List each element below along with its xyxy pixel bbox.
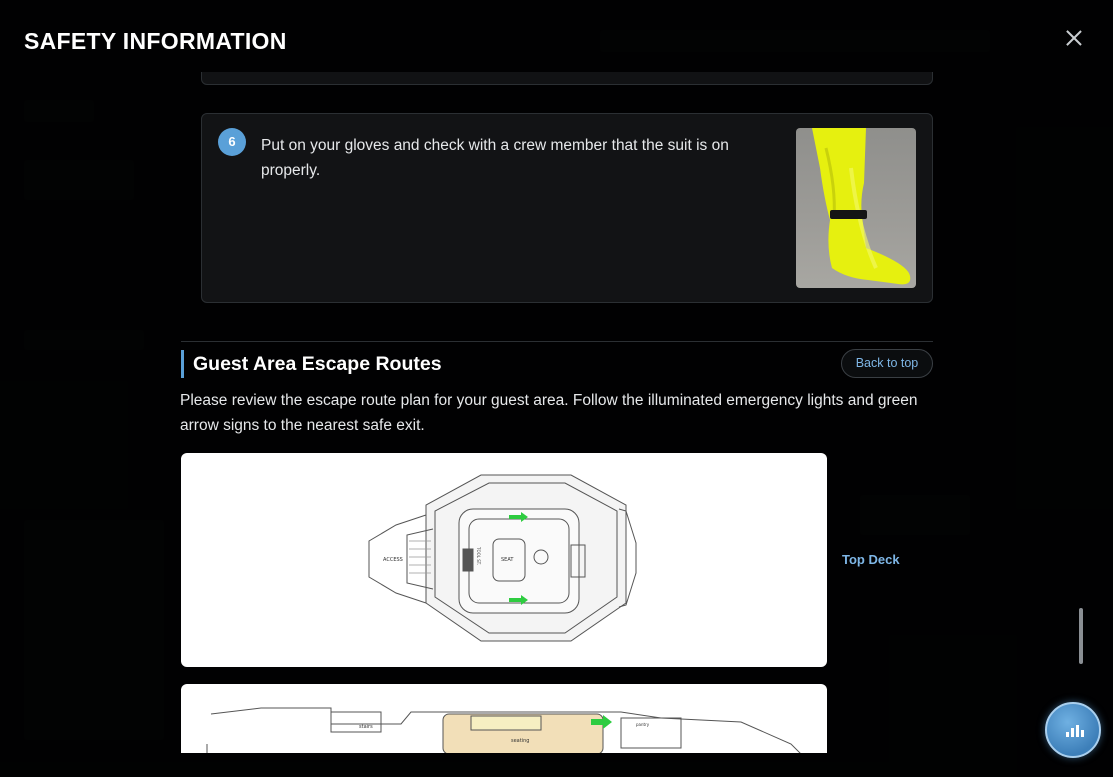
access-label: ACCESS (383, 557, 403, 563)
bar-chart-icon[interactable] (1045, 702, 1101, 758)
section-title: Guest Area Escape Routes (193, 353, 442, 375)
section-accent-bar (181, 350, 184, 378)
top-deck-plan-image[interactable]: ACCESS SEAT TOOL ST. (181, 453, 827, 667)
modal-header: SAFETY INFORMATION (0, 0, 1113, 72)
seating-label: seating (511, 738, 529, 744)
modal-title: SAFETY INFORMATION (24, 28, 287, 54)
modal-content[interactable]: 6 Put on your gloves and check with a cr… (0, 72, 1113, 753)
immersion-suit-photo (796, 128, 916, 288)
section-description: Please review the escape route plan for … (180, 392, 918, 434)
step-instruction: Put on your gloves and check with a crew… (261, 137, 729, 179)
close-icon[interactable] (1062, 26, 1086, 50)
stairs-label: stairs (359, 724, 373, 730)
step-card: 6 Put on your gloves and check with a cr… (201, 113, 933, 303)
back-to-top-button[interactable]: Back to top (841, 349, 933, 378)
previous-step-card (201, 72, 933, 85)
scrollbar-thumb[interactable] (1079, 608, 1083, 664)
step-number-badge: 6 (218, 128, 246, 156)
seat-label: SEAT (501, 557, 514, 563)
tool-label: TOOL ST. (476, 546, 481, 565)
pantry-label: pantry (636, 722, 650, 727)
plan-label-top-deck[interactable]: Top Deck (842, 552, 900, 567)
main-deck-plan-image[interactable]: stairs seating pantry (181, 684, 827, 753)
section-divider (181, 341, 933, 342)
